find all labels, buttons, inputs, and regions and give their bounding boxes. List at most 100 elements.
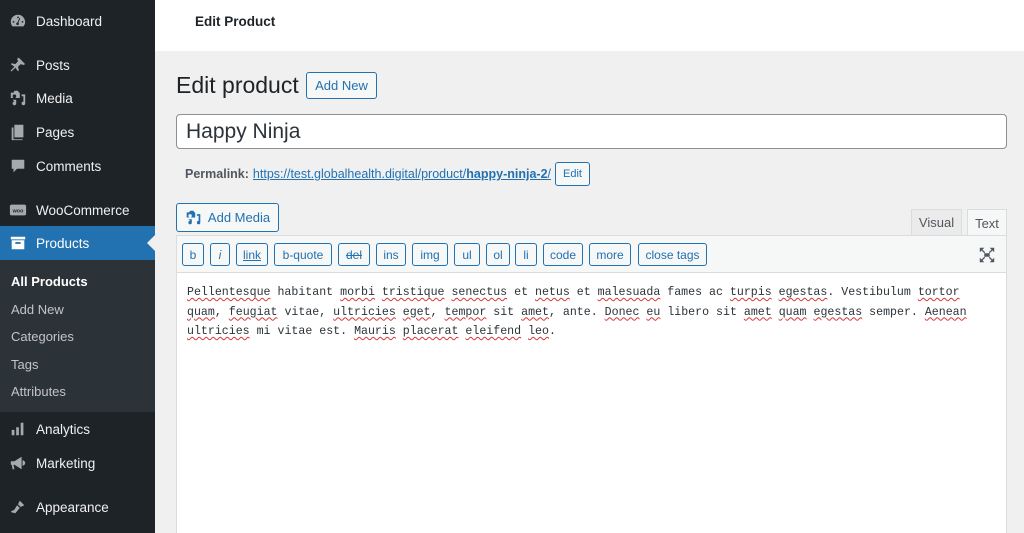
misspelled-word: ultricies [187,325,250,338]
editor-textarea[interactable]: Pellentesque habitant morbi tristique se… [177,273,1006,352]
misspelled-word: netus [535,286,570,299]
sidebar-item-label: Marketing [36,455,96,471]
sidebar-item-analytics[interactable]: Analytics [0,412,155,446]
editor-line: Pellentesque habitant morbi tristique se… [187,286,960,299]
sidebar-item-media[interactable]: Media [0,81,155,115]
tab-text[interactable]: Text [967,209,1007,237]
megaphone-icon [0,454,36,472]
add-new-button[interactable]: Add New [306,72,377,99]
comment-icon [0,157,36,175]
submenu-categories[interactable]: Categories [0,323,155,351]
misspelled-word: tortor [917,286,960,299]
sidebar-item-label: Products [36,235,90,251]
sidebar-item-label: Dashboard [36,13,103,29]
misspelled-word: leo [528,325,549,338]
quicktag-ol[interactable]: ol [486,243,510,266]
misspelled-word: Aenean [924,305,967,319]
pin-icon [0,56,36,74]
misspelled-word: senectus [451,286,508,299]
quicktag-bold[interactable]: b [182,243,204,266]
media-icon [0,89,36,107]
quicktags-toolbar: b i link b-quote del ins img ul ol li co… [177,236,1006,273]
misspelled-word: turpis [729,286,772,299]
archive-icon [0,234,36,252]
permalink-label: Permalink: [185,167,249,181]
misspelled-word: Pellentesque [187,286,271,299]
misspelled-word: tristique [381,286,445,299]
sidebar-item-label: Analytics [36,421,91,437]
quicktag-more[interactable]: more [589,243,631,266]
top-header: Edit Product [155,0,1024,51]
sidebar-item-label: Appearance [36,499,109,515]
misspelled-word: feugiat [228,305,278,319]
misspelled-word: ultricies [333,305,396,319]
sidebar-item-label: WooCommerce [36,202,130,218]
permalink-row: Permalink: https://test.globalhealth.dig… [185,162,591,186]
sidebar-item-comments[interactable]: Comments [0,149,155,183]
fullscreen-icon[interactable] [978,246,996,264]
sidebar-item-products[interactable]: Products [0,226,155,260]
media-icon [186,210,201,225]
quicktag-italic[interactable]: i [210,243,230,266]
permalink-slug: happy-ninja-2 [466,167,548,181]
sidebar-item-appearance[interactable]: Appearance [0,490,155,524]
sidebar-item-label: Pages [36,124,75,140]
quicktag-bquote[interactable]: b-quote [274,243,332,266]
misspelled-word: egestas [778,286,828,299]
header-title: Edit Product [195,14,276,29]
submenu-all-products[interactable]: All Products [0,268,155,296]
misspelled-word: eget [402,305,431,319]
products-submenu: All Products Add New Categories Tags Att… [0,260,155,412]
misspelled-word: quam [778,305,807,319]
sidebar-item-label: Comments [36,158,102,174]
misspelled-word: Mauris [354,325,396,338]
edit-permalink-button[interactable]: Edit [555,162,591,186]
content-editor: b i link b-quote del ins img ul ol li co… [176,235,1007,533]
sidebar-item-pages[interactable]: Pages [0,115,155,149]
permalink-base: https://test.globalhealth.digital/produc… [252,167,467,181]
quicktag-link[interactable]: link [236,243,268,266]
misspelled-word: eleifend [465,325,522,338]
sidebar-item-marketing[interactable]: Marketing [0,446,155,480]
submenu-attributes[interactable]: Attributes [0,378,155,406]
quicktag-close-tags[interactable]: close tags [638,243,707,266]
bar-chart-icon [0,420,36,438]
misspelled-word: amet [743,305,772,319]
misspelled-word: tempor [444,305,487,319]
sidebar-item-label: Posts [36,57,70,73]
sidebar-item-posts[interactable]: Posts [0,48,155,82]
dashboard-icon [0,12,36,30]
misspelled-word: egestas [813,305,863,319]
misspelled-word: malesuada [597,286,661,299]
add-media-button[interactable]: Add Media [176,203,279,232]
quicktag-ul[interactable]: ul [454,243,480,266]
permalink-link[interactable]: https://test.globalhealth.digital/produc… [253,167,551,181]
admin-sidebar: Dashboard Posts Media Pages Comments woo… [0,0,155,533]
misspelled-word: Donec [604,305,640,319]
sidebar-item-dashboard[interactable]: Dashboard [0,4,155,38]
misspelled-word: eu [646,305,661,319]
paintbrush-icon [0,498,36,516]
tab-visual[interactable]: Visual [911,209,962,236]
svg-text:woo: woo [12,208,24,214]
misspelled-word: morbi [340,286,375,299]
quicktag-img[interactable]: img [412,243,448,266]
quicktag-code[interactable]: code [543,243,583,266]
add-media-label: Add Media [207,210,271,225]
pages-icon [0,123,36,141]
editor-line: ultricies mi vitae est. Mauris placerat … [187,325,556,338]
permalink-tail: / [547,167,552,181]
submenu-tags[interactable]: Tags [0,351,155,379]
woocommerce-icon: woo [0,201,36,219]
quicktag-li[interactable]: li [515,243,537,266]
sidebar-item-label: Media [36,90,73,106]
misspelled-word: placerat [402,325,459,338]
misspelled-word: amet [521,305,549,319]
page-title: Edit product [176,72,299,98]
editor-line: quam, feugiat vitae, ultricies eget, tem… [187,305,967,319]
product-title-input[interactable] [176,114,1007,149]
sidebar-item-woocommerce[interactable]: woo WooCommerce [0,193,155,227]
submenu-add-new[interactable]: Add New [0,296,155,324]
quicktag-ins[interactable]: ins [376,243,406,266]
quicktag-del[interactable]: del [338,243,370,266]
